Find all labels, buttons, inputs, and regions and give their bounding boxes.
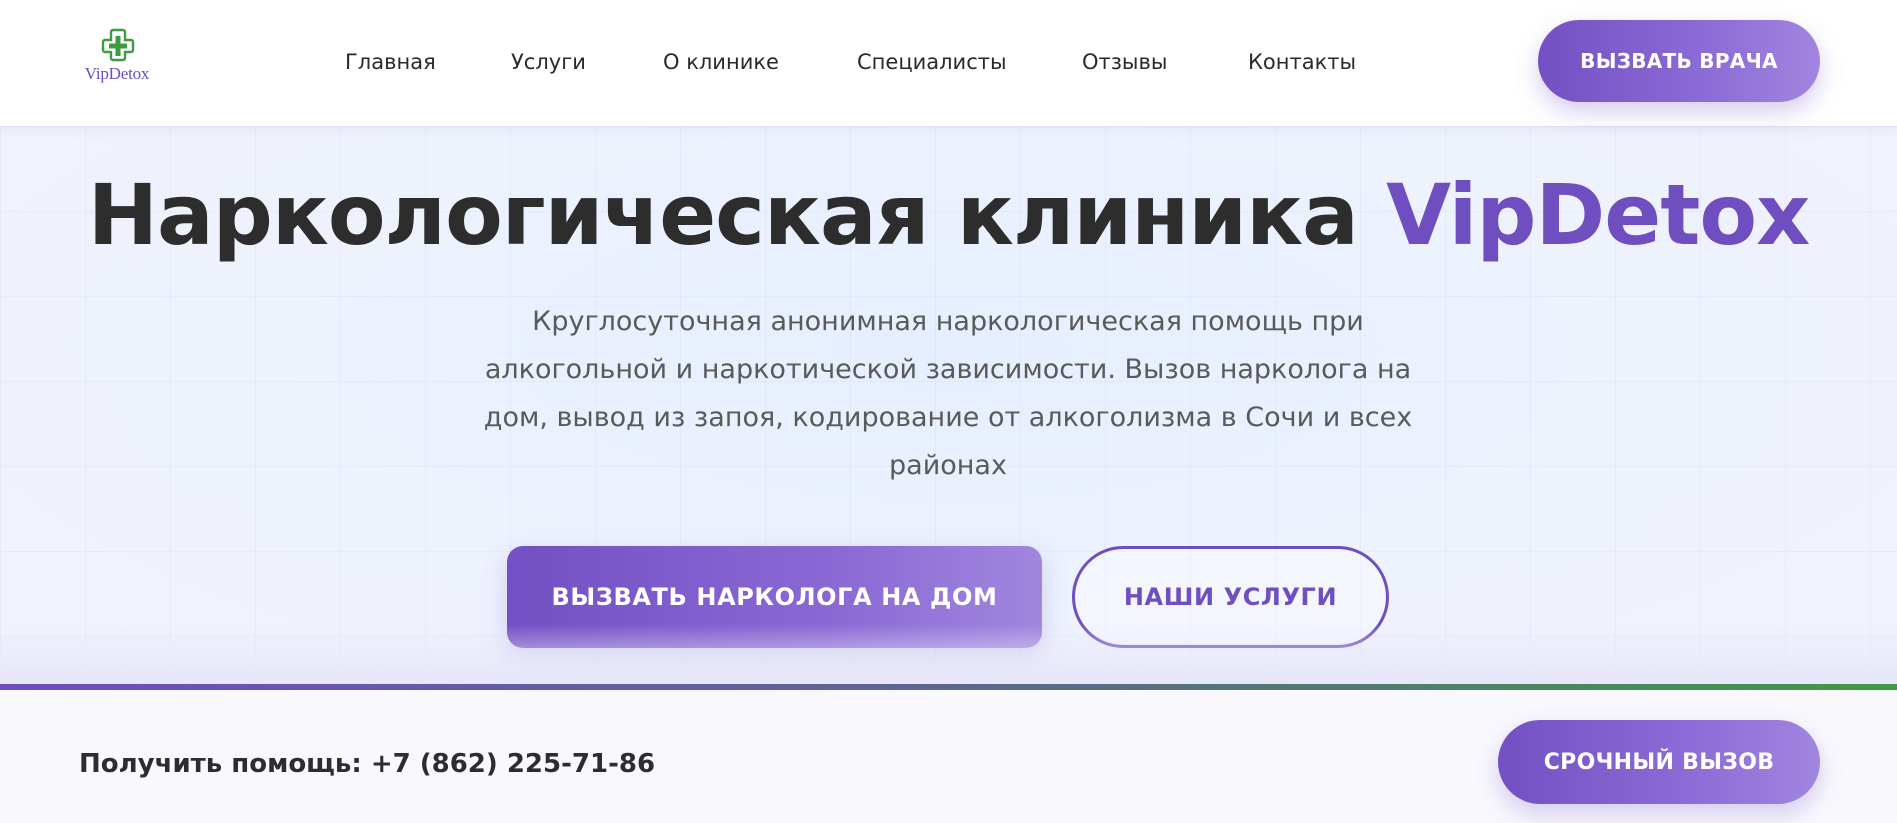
title-brand: VipDetox bbox=[1386, 166, 1810, 264]
urgent-call-button[interactable]: СРОЧНЫЙ ВЫЗОВ bbox=[1498, 720, 1820, 804]
logo[interactable]: VipDetox bbox=[78, 28, 156, 86]
site-header: VipDetox Главная Услуги О клинике Специа… bbox=[0, 0, 1897, 126]
page-title: Наркологическая клиника VipDetox bbox=[0, 166, 1897, 264]
hero-section: Наркологическая клиника VipDetox Круглос… bbox=[0, 126, 1897, 684]
nav-item-home[interactable]: Главная bbox=[345, 50, 436, 74]
nav-item-services[interactable]: Услуги bbox=[511, 50, 586, 74]
help-phone-text[interactable]: Получить помощь: +7 (862) 225-71-86 bbox=[79, 749, 655, 779]
nav-item-reviews[interactable]: Отзывы bbox=[1082, 50, 1167, 74]
logo-text: VipDetox bbox=[84, 64, 150, 83]
call-doctor-button[interactable]: ВЫЗВАТЬ ВРАЧА bbox=[1538, 20, 1820, 102]
nav-item-contacts[interactable]: Контакты bbox=[1248, 50, 1356, 74]
hero-subtitle: Круглосуточная анонимная наркологическая… bbox=[483, 306, 1413, 481]
nav-item-about[interactable]: О клинике bbox=[663, 50, 779, 74]
nav-item-specialists[interactable]: Специалисты bbox=[857, 50, 1007, 74]
title-main: Наркологическая клиника bbox=[87, 166, 1387, 264]
help-bar: Получить помощь: +7 (862) 225-71-86 СРОЧ… bbox=[0, 690, 1897, 823]
medical-cross-icon bbox=[101, 28, 135, 62]
hero-fade bbox=[0, 624, 1897, 684]
